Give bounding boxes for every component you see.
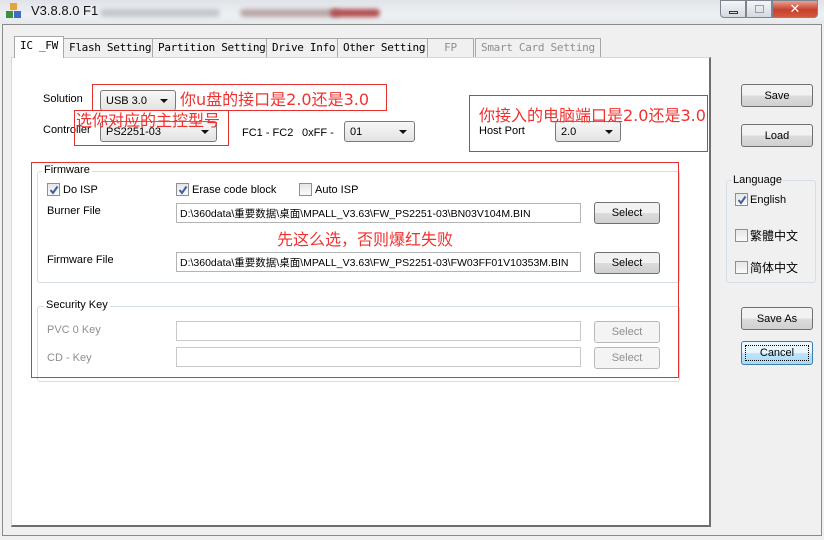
blurred-title-area [100,9,220,17]
button-label: Load [764,129,790,142]
checkbox-checked-icon [735,193,748,206]
annotation-firmware-hint: 先这么选，否则爆红失败 [277,230,454,249]
fc-select[interactable]: 01 [344,121,415,142]
button-label: Cancel [744,345,810,361]
fc-value: 01 [350,125,363,138]
tab-label: IC _FW [20,39,58,52]
title-bar: V3.8.8.0 F1 ✕ [0,0,824,24]
checkbox-unchecked-icon [735,261,748,274]
button-label: Save [764,89,790,102]
tab-other-setting[interactable]: Other Setting [337,38,432,57]
language-english-label: English [750,193,787,206]
chevron-down-icon [399,129,407,134]
tab-label: Smart Card Setting [481,41,595,54]
app-icon [6,3,22,19]
language-english-checkbox[interactable]: English [735,193,786,206]
maximize-button[interactable] [746,0,772,18]
close-icon: ✕ [789,1,801,16]
save-as-button[interactable]: Save As [741,307,813,330]
load-button[interactable]: Load [741,124,813,147]
annotation-host-port: 你接入的电脑端口是2.0还是3.0 [479,106,706,125]
fc-label: FC1 - FC2 [242,127,294,139]
fc-hex-label: 0xFF - [302,127,334,139]
tab-drive-info[interactable]: Drive Info [266,38,342,57]
annotation-controller-model: 选你对应的主控型号 [76,111,221,130]
tab-label: FP [444,41,457,54]
maximize-icon [754,5,764,13]
minimize-button[interactable] [720,0,746,18]
solution-label: Solution [43,93,83,105]
annotation-box-firmware [31,162,679,378]
button-label: Save As [756,312,798,325]
minimize-icon [728,10,738,14]
tab-smart-card-setting[interactable]: Smart Card Setting [475,38,601,57]
tab-partition-setting[interactable]: Partition Setting [152,38,272,57]
language-simplified-chinese-checkbox[interactable]: 简体中文 [735,259,798,276]
tab-flash-setting[interactable]: Flash Setting [63,38,158,57]
language-traditional-chinese-checkbox[interactable]: 繁體中文 [735,227,798,244]
language-traditional-chinese-label: 繁體中文 [750,229,799,243]
language-group-title: Language [732,174,783,186]
checkbox-unchecked-icon [735,229,748,242]
tab-label: Flash Setting [69,41,152,54]
tab-label: Partition Setting [158,41,266,54]
close-button[interactable]: ✕ [772,0,818,18]
language-simplified-chinese-label: 简体中文 [750,261,799,275]
save-button[interactable]: Save [741,84,813,107]
tab-label: Drive Info [272,41,336,54]
window-title: V3.8.8.0 F1 [31,3,99,18]
tab-label: Other Setting [343,41,426,54]
tab-fp[interactable]: FP [427,38,474,57]
tab-ic-fw[interactable]: IC _FW [14,36,64,58]
cancel-button[interactable]: Cancel [741,341,813,365]
blurred-title-area [330,9,380,17]
blurred-title-area [240,9,340,17]
